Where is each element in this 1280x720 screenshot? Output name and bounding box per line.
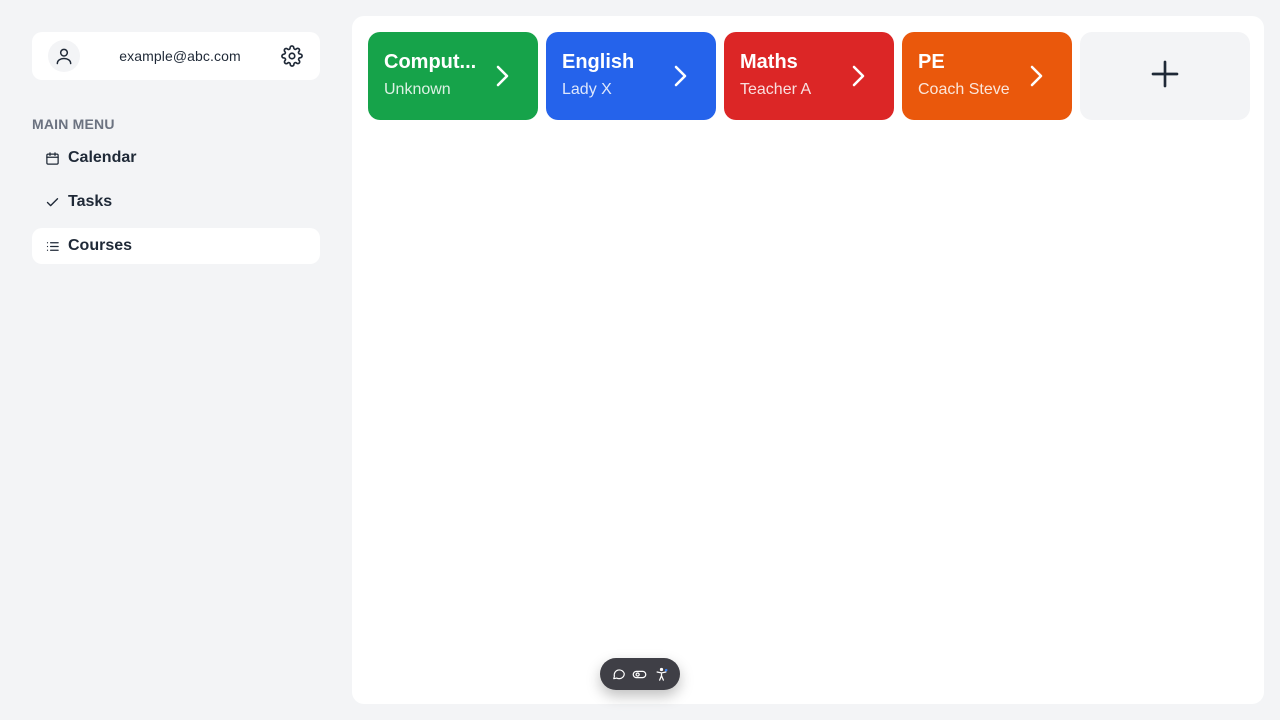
main-menu: Calendar Tasks Courses bbox=[32, 140, 320, 264]
floating-toolbar bbox=[600, 658, 680, 690]
sidebar-item-courses[interactable]: Courses bbox=[32, 228, 320, 264]
add-course-button[interactable] bbox=[1080, 32, 1250, 120]
accessibility-icon[interactable] bbox=[652, 665, 670, 683]
list-icon bbox=[44, 238, 60, 254]
chevron-right-icon bbox=[666, 62, 694, 90]
course-card-pe[interactable]: PE Coach Steve bbox=[902, 32, 1072, 120]
menu-heading: MAIN MENU bbox=[32, 116, 115, 132]
comment-icon[interactable] bbox=[610, 665, 628, 683]
calendar-icon bbox=[44, 150, 60, 166]
main-content: Comput... Unknown English Lady X Maths T… bbox=[352, 16, 1264, 704]
toggle-icon[interactable] bbox=[631, 665, 649, 683]
plus-icon bbox=[1149, 58, 1181, 95]
chevron-right-icon bbox=[1022, 62, 1050, 90]
sidebar-item-label: Tasks bbox=[68, 193, 113, 210]
chevron-right-icon bbox=[844, 62, 872, 90]
course-card-computing[interactable]: Comput... Unknown bbox=[368, 32, 538, 120]
course-card-english[interactable]: English Lady X bbox=[546, 32, 716, 120]
account-card: example@abc.com bbox=[32, 32, 320, 80]
account-email: example@abc.com bbox=[119, 48, 241, 64]
course-list: Comput... Unknown English Lady X Maths T… bbox=[368, 32, 1250, 120]
chevron-right-icon bbox=[488, 62, 516, 90]
course-name: Maths bbox=[740, 51, 798, 73]
course-name: Comput... bbox=[384, 51, 477, 73]
sidebar-item-tasks[interactable]: Tasks bbox=[32, 184, 320, 220]
user-icon[interactable] bbox=[48, 40, 80, 72]
course-name: English bbox=[562, 51, 635, 73]
course-card-maths[interactable]: Maths Teacher A bbox=[724, 32, 894, 120]
sidebar: example@abc.com MAIN MENU Calendar Tasks… bbox=[32, 32, 320, 272]
sidebar-item-label: Calendar bbox=[68, 149, 137, 166]
sidebar-item-label: Courses bbox=[68, 237, 133, 254]
course-name: PE bbox=[918, 51, 945, 73]
check-icon bbox=[44, 194, 60, 210]
sidebar-item-calendar[interactable]: Calendar bbox=[32, 140, 320, 176]
gear-icon[interactable] bbox=[280, 44, 304, 68]
